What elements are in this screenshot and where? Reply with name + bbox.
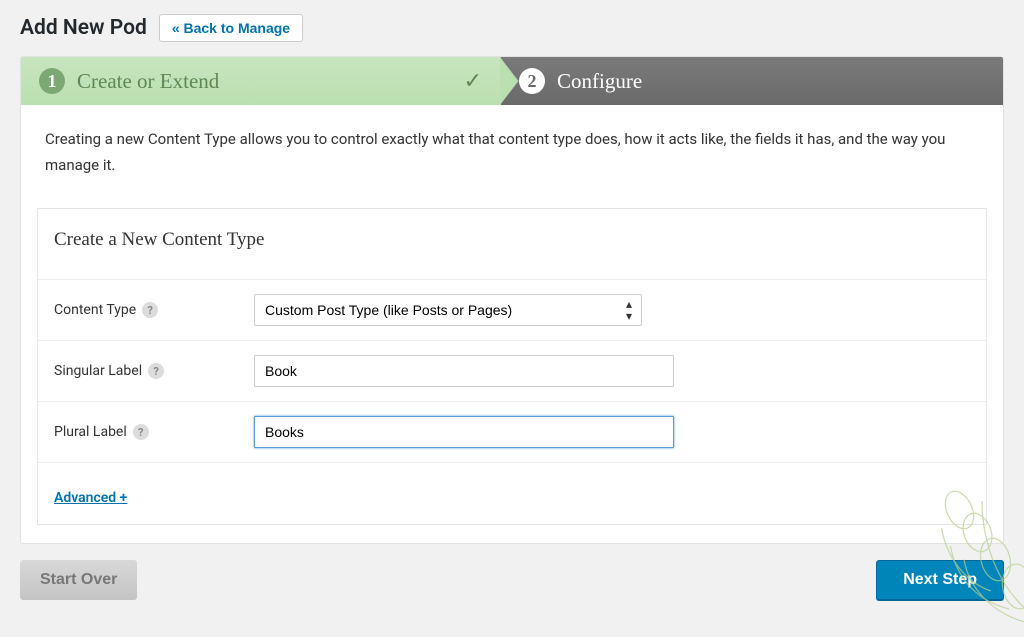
step-create-or-extend[interactable]: 1 Create or Extend ✓ xyxy=(21,57,501,105)
start-over-button[interactable]: Start Over xyxy=(20,560,137,600)
form-card: Create a New Content Type Content Type ?… xyxy=(37,208,987,525)
help-icon[interactable]: ? xyxy=(142,302,158,318)
singular-label-row: Singular Label ? xyxy=(38,340,986,401)
help-icon[interactable]: ? xyxy=(133,424,149,440)
back-to-manage-button[interactable]: « Back to Manage xyxy=(159,14,303,42)
form-heading: Create a New Content Type xyxy=(38,209,986,279)
content-type-label: Content Type xyxy=(54,302,136,318)
step-1-number: 1 xyxy=(39,68,65,94)
step-2-label: Configure xyxy=(557,69,642,94)
help-icon[interactable]: ? xyxy=(148,363,164,379)
step-configure[interactable]: 2 Configure xyxy=(501,57,1003,105)
page-title: Add New Pod xyxy=(20,16,147,40)
plural-label-text: Plural Label xyxy=(54,424,127,440)
plural-label-input[interactable] xyxy=(254,416,674,448)
advanced-toggle-link[interactable]: Advanced + xyxy=(54,490,127,506)
plural-label-row: Plural Label ? xyxy=(38,401,986,462)
wizard-container: 1 Create or Extend ✓ 2 Configure Creatin… xyxy=(20,56,1004,544)
content-type-select[interactable]: Custom Post Type (like Posts or Pages) xyxy=(254,294,642,326)
check-icon: ✓ xyxy=(464,68,482,94)
singular-label-input[interactable] xyxy=(254,355,674,387)
singular-label-text: Singular Label xyxy=(54,363,142,379)
content-type-row: Content Type ? Custom Post Type (like Po… xyxy=(38,279,986,340)
step-1-label: Create or Extend xyxy=(77,69,219,94)
step-arrow-icon xyxy=(500,57,518,105)
intro-text: Creating a new Content Type allows you t… xyxy=(21,105,1003,208)
wizard-steps: 1 Create or Extend ✓ 2 Configure xyxy=(21,57,1003,105)
next-step-button[interactable]: Next Step xyxy=(876,560,1004,600)
step-2-number: 2 xyxy=(519,68,545,94)
